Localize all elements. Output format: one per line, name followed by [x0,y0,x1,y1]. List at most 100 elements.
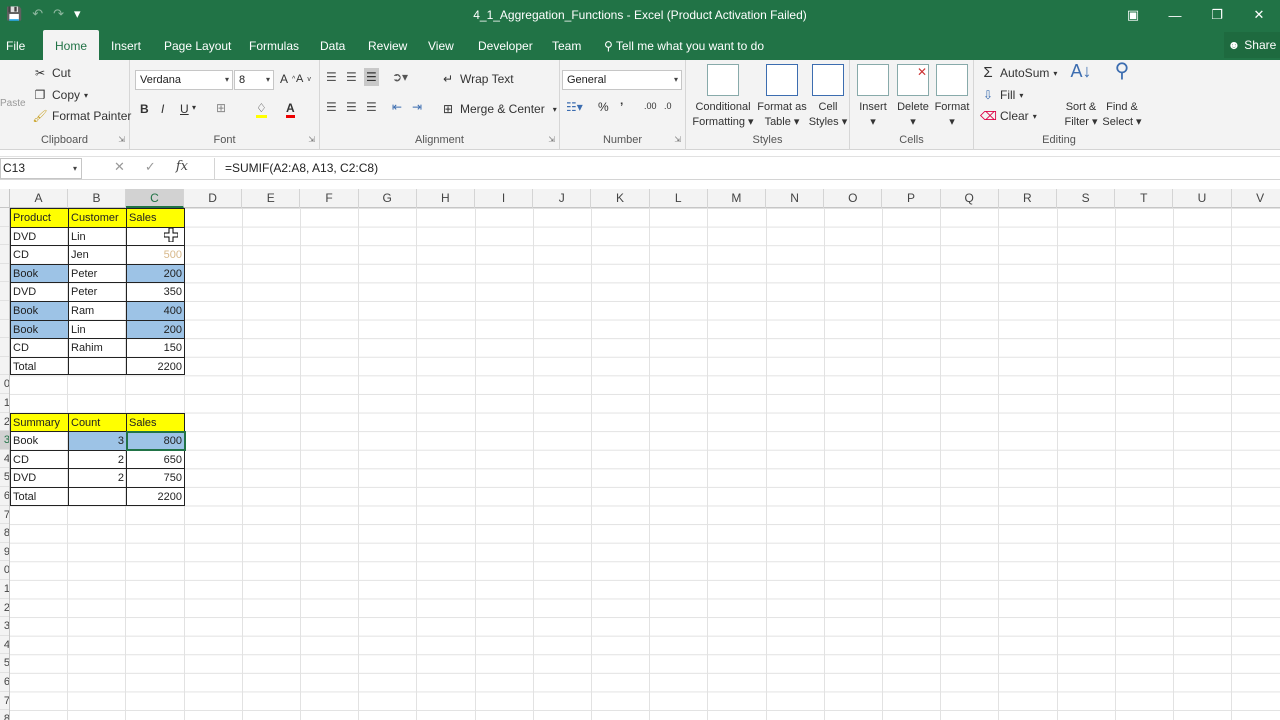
column-header-p[interactable]: P [882,189,941,208]
data-cell[interactable]: Lin [68,319,126,339]
row-header[interactable]: 2 [0,599,9,618]
insert-function-icon[interactable]: fx [176,159,188,175]
summary-cell[interactable]: 800 [126,431,184,450]
borders-icon[interactable]: ⊞ [216,101,226,115]
row-header[interactable]: 1 [0,580,9,599]
row-header[interactable]: 4 [0,636,9,655]
tell-me-search[interactable]: ⚲ Tell me what you want to do [604,30,764,62]
column-header-o[interactable]: O [824,189,883,208]
row-header[interactable] [0,301,9,320]
close-button[interactable]: ✕ [1238,0,1280,30]
column-header-g[interactable]: G [359,189,417,208]
data-cell[interactable]: Book [10,263,68,283]
column-header-e[interactable]: E [242,189,301,208]
font-launcher-icon[interactable]: ⇲ [308,135,315,144]
summary-cell[interactable]: 2 [68,449,126,469]
data-cell[interactable]: 200 [126,319,184,339]
data-cell[interactable]: Book [10,301,68,320]
bold-button[interactable]: B [140,102,149,116]
column-header-c[interactable]: C [126,189,184,208]
row-header[interactable]: 7 [0,692,9,711]
data-cell[interactable]: Rahim [68,338,126,357]
summary-total-cell[interactable]: 2200 [126,487,184,506]
comma-button[interactable]: ’ [620,100,623,114]
format-cells-button[interactable]: Format ▾ [932,64,972,130]
summary-cell[interactable]: DVD [10,468,68,487]
column-header-r[interactable]: R [999,189,1057,208]
select-all-corner[interactable] [0,189,10,208]
column-header-a[interactable]: A [10,189,68,208]
font-family-select[interactable]: Verdana ▾ [135,70,233,90]
accounting-icon[interactable]: ☷▾ [566,100,583,114]
decrease-decimal-icon[interactable]: .0 [664,101,672,111]
summary-cell[interactable]: CD [10,449,68,469]
enter-icon[interactable]: ✓ [145,159,156,175]
align-top-icon[interactable]: ☰ [326,70,337,84]
row-header[interactable] [0,208,9,227]
row-header[interactable]: 2 [0,413,9,432]
share-button[interactable]: ☻ Share [1224,32,1280,58]
column-header-f[interactable]: F [300,189,359,208]
data-cell[interactable]: 500 [126,245,184,264]
summary-cell[interactable]: 750 [126,468,184,487]
conditional-formatting-button[interactable]: Conditional Formatting ▾ [690,64,756,130]
column-header-u[interactable]: U [1173,189,1232,208]
align-center-icon[interactable]: ☰ [346,100,357,114]
grow-font-button[interactable]: A ^ [280,72,295,86]
align-bottom-icon[interactable]: ☰ [364,68,379,86]
row-header[interactable]: 7 [0,506,9,525]
total-cell[interactable]: 2200 [126,356,184,376]
name-box[interactable]: C13 ▾ [0,158,82,179]
summary-cell[interactable]: Book [10,431,68,450]
row-header[interactable]: 8 [0,524,9,543]
row-header[interactable] [0,282,9,301]
tab-developer[interactable]: Developer [478,30,533,60]
row-header[interactable]: 6 [0,487,9,506]
cell-styles-button[interactable]: Cell Styles ▾ [808,64,848,130]
orientation-icon[interactable]: ➲▾ [392,70,408,84]
shrink-font-button[interactable]: Av [296,73,311,85]
data-cell[interactable]: CD [10,245,68,264]
row-header[interactable] [0,264,9,283]
format-as-table-button[interactable]: Format as Table ▾ [756,64,808,130]
column-header-t[interactable]: T [1115,189,1174,208]
total-cell[interactable] [68,356,126,376]
column-header-v[interactable]: V [1232,189,1280,208]
column-header-k[interactable]: K [591,189,650,208]
data-cell[interactable]: 350 [126,282,184,301]
data-cell[interactable]: DVD [10,226,68,246]
data-cell[interactable]: Peter [68,263,126,283]
cut-button[interactable]: ✂ Cut [32,66,71,80]
data-cell[interactable]: 200 [126,263,184,283]
delete-cells-button[interactable]: Delete ▾ [894,64,932,130]
column-header-j[interactable]: J [533,189,592,208]
decrease-indent-icon[interactable]: ⇤ [392,100,402,114]
tab-page-layout[interactable]: Page Layout [164,30,231,60]
row-header[interactable]: 5 [0,468,9,487]
data-cell[interactable]: Jen [68,245,126,264]
tab-formulas[interactable]: Formulas [249,30,299,60]
data-cell[interactable]: Ram [68,301,126,320]
row-header[interactable] [0,245,9,264]
percent-button[interactable]: % [598,100,609,114]
column-header-l[interactable]: L [650,189,708,208]
merge-center-button[interactable]: ⊞ Merge & Center ▾ [440,102,557,116]
header-cell[interactable]: Product [10,208,68,227]
header-cell[interactable]: Count [68,412,126,432]
row-header[interactable]: 0 [0,561,9,580]
autosum-button[interactable]: Σ AutoSum ▾ [980,65,1057,80]
row-header[interactable]: 9 [0,543,9,562]
total-cell[interactable]: Total [10,356,68,376]
italic-button[interactable]: I [161,102,164,116]
align-right-icon[interactable]: ☰ [366,100,377,114]
alignment-launcher-icon[interactable]: ⇲ [548,135,555,144]
formula-input[interactable]: =SUMIF(A2:A8, A13, C2:C8) [214,158,1280,179]
align-middle-icon[interactable]: ☰ [346,70,357,84]
header-cell[interactable]: Customer [68,208,126,227]
number-format-select[interactable]: General ▾ [562,70,682,90]
data-cell[interactable]: Lin [68,226,126,246]
cancel-icon[interactable]: ✕ [114,159,125,175]
clear-button[interactable]: ⌫ Clear ▾ [980,109,1037,123]
header-cell[interactable]: Summary [10,412,68,432]
wrap-text-button[interactable]: ↵ Wrap Text [440,72,514,86]
